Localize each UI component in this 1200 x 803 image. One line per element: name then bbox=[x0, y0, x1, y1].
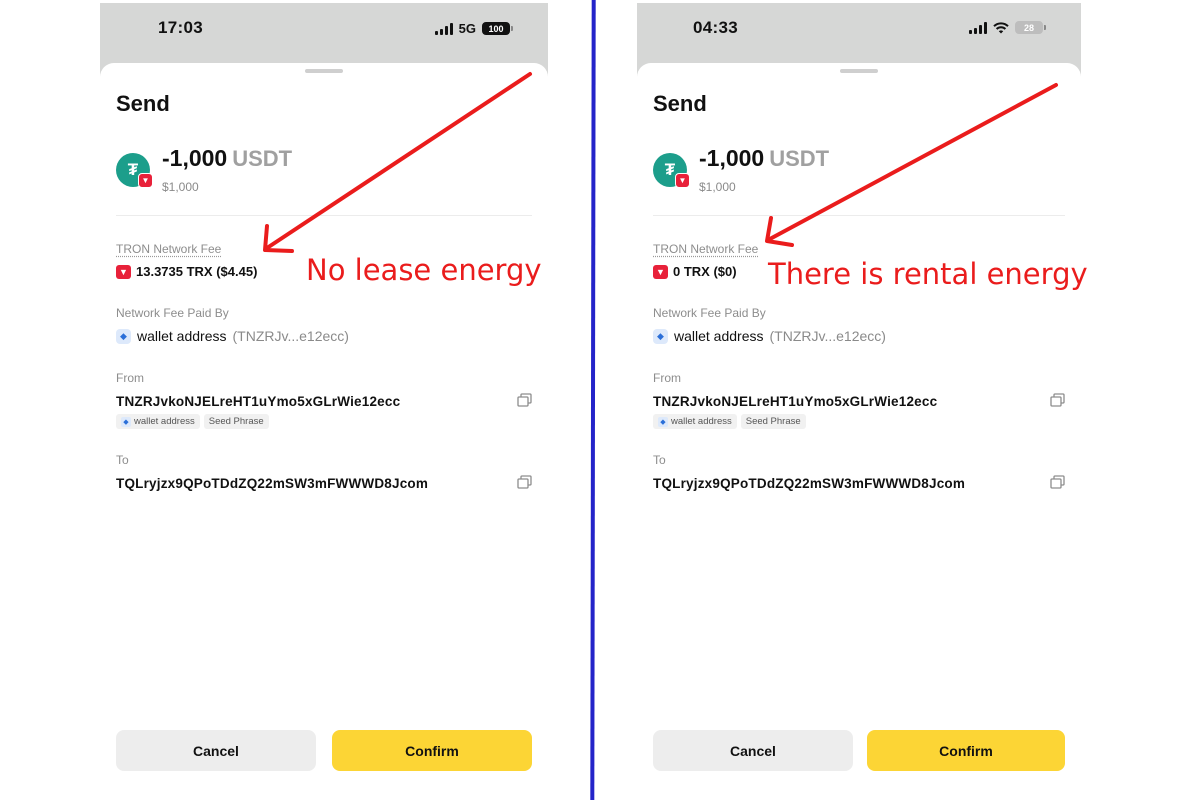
annotation-no-lease-energy: No lease energy bbox=[306, 253, 542, 287]
annotation-arrows bbox=[263, 72, 1058, 253]
arrow-annotation bbox=[263, 72, 532, 253]
arrow-annotation bbox=[765, 83, 1058, 247]
annotation-rental-energy: There is rental energy bbox=[768, 257, 1088, 291]
